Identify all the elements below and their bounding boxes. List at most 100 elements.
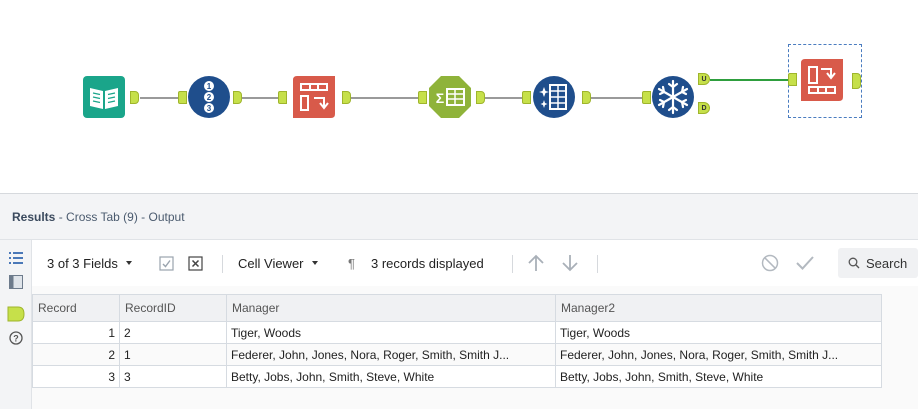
cell-manager2[interactable]: Federer, John, Jones, Nora, Roger, Smith…	[555, 343, 882, 366]
input-anchor[interactable]	[418, 91, 427, 104]
list-icon	[9, 252, 23, 264]
cell-viewer-dropdown[interactable]: Cell Viewer	[238, 240, 318, 286]
cross-tab-icon	[801, 59, 843, 101]
metadata-icon	[9, 275, 23, 289]
output-anchor[interactable]	[130, 91, 139, 104]
cell-record-id[interactable]: 1	[119, 343, 227, 366]
toolbar-separator	[512, 255, 513, 273]
duplicate-output-anchor[interactable]: D	[698, 102, 710, 114]
results-side-toolbar: ?	[0, 240, 32, 409]
unique-anchor-label: U	[701, 75, 707, 83]
deselect-all-fields-button[interactable]	[188, 240, 203, 286]
connection-3[interactable]	[351, 97, 418, 99]
clear-checkbox-icon	[188, 255, 203, 271]
connection-2[interactable]	[237, 97, 278, 99]
sparkle-table-icon	[533, 76, 575, 118]
workflow-canvas[interactable]: 1 2 3 Σ U D	[0, 0, 918, 193]
column-header-manager[interactable]: Manager	[226, 294, 556, 322]
block-icon	[761, 254, 779, 272]
arrow-up-icon	[528, 254, 544, 271]
table-row[interactable]: 3 3 Betty, Jobs, John, Smith, Steve, Whi…	[32, 365, 882, 388]
help-icon: ?	[9, 331, 23, 345]
arrow-down-icon	[562, 255, 578, 272]
fields-dropdown-label: 3 of 3 Fields	[47, 255, 118, 271]
cell-manager[interactable]: Tiger, Woods	[226, 321, 556, 344]
column-header-manager2[interactable]: Manager2	[555, 294, 882, 322]
cell-viewer-label: Cell Viewer	[238, 255, 304, 271]
unique-output-anchor[interactable]: U	[698, 73, 710, 85]
cell-manager[interactable]: Federer, John, Jones, Nora, Roger, Smith…	[226, 343, 556, 366]
input-data-tool[interactable]	[82, 75, 126, 119]
input-anchor[interactable]	[278, 91, 287, 104]
unique-tool[interactable]	[651, 75, 695, 119]
connection-unique[interactable]	[710, 79, 792, 81]
results-panel: Results - Cross Tab (9) - Output ? 3 of …	[0, 193, 918, 409]
duplicate-anchor-label: D	[701, 104, 707, 112]
search-label: Search	[866, 255, 908, 271]
connection-1[interactable]	[140, 97, 178, 99]
cross-tab-tool[interactable]	[800, 58, 844, 102]
results-toolbar: 3 of 3 Fields Cell Viewer ¶ 3 records di…	[32, 240, 918, 286]
cell-record[interactable]: 1	[32, 321, 120, 344]
check-icon	[796, 256, 814, 270]
cell-record[interactable]: 2	[32, 343, 120, 366]
transpose-icon	[293, 76, 335, 118]
data-view-button[interactable]	[6, 304, 26, 324]
column-header-record[interactable]: Record	[32, 294, 120, 322]
output-anchor[interactable]	[233, 91, 242, 104]
cell-record-id[interactable]: 3	[119, 365, 227, 388]
pilcrow-icon: ¶	[348, 255, 355, 271]
cell-record-id[interactable]: 2	[119, 321, 227, 344]
connection-4[interactable]	[485, 97, 522, 99]
show-whitespace-button[interactable]: ¶	[348, 240, 355, 286]
output-anchor[interactable]	[852, 73, 861, 89]
select-all-fields-button[interactable]	[159, 240, 174, 286]
records-displayed-label: 3 records displayed	[371, 255, 484, 271]
help-button[interactable]: ?	[6, 328, 26, 348]
results-header: Results - Cross Tab (9) - Output	[0, 194, 918, 240]
table-row[interactable]: 1 2 Tiger, Woods Tiger, Woods	[32, 321, 882, 344]
scroll-up-button[interactable]	[527, 240, 545, 286]
checkbox-icon	[159, 255, 174, 271]
connection-5[interactable]	[591, 97, 647, 99]
cell-record[interactable]: 3	[32, 365, 120, 388]
transpose-tool[interactable]	[292, 75, 336, 119]
input-anchor[interactable]	[178, 91, 187, 104]
search-icon	[848, 257, 860, 269]
output-anchor[interactable]	[582, 91, 591, 104]
summarize-tool[interactable]: Σ	[428, 75, 472, 119]
numbered-list-icon: 1 2 3	[188, 76, 230, 118]
sigma-table-icon: Σ	[429, 76, 471, 118]
svg-text:3: 3	[207, 104, 212, 113]
output-anchor[interactable]	[476, 91, 485, 104]
svg-text:2: 2	[207, 93, 212, 102]
chevron-down-icon	[311, 261, 318, 265]
fields-dropdown[interactable]: 3 of 3 Fields	[47, 240, 132, 286]
table-row[interactable]: 2 1 Federer, John, Jones, Nora, Roger, S…	[32, 343, 882, 366]
output-anchor[interactable]	[342, 91, 351, 104]
results-subtitle: - Cross Tab (9) - Output	[58, 210, 185, 224]
field-list-button[interactable]	[6, 248, 26, 268]
apply-edit-button[interactable]	[795, 240, 815, 286]
metadata-button[interactable]	[6, 272, 26, 292]
input-anchor[interactable]	[788, 73, 797, 86]
input-anchor[interactable]	[642, 91, 651, 104]
svg-text:1: 1	[207, 82, 212, 91]
multi-field-formula-tool[interactable]	[532, 75, 576, 119]
input-anchor[interactable]	[522, 91, 531, 104]
cell-manager[interactable]: Betty, Jobs, John, Smith, Steve, White	[226, 365, 556, 388]
results-grid: Record RecordID Manager Manager2 1 2 Tig…	[32, 294, 882, 388]
column-header-record-id[interactable]: RecordID	[119, 294, 227, 322]
results-title: Results	[12, 210, 56, 224]
svg-text:?: ?	[13, 334, 19, 344]
record-id-tool[interactable]: 1 2 3	[187, 75, 231, 119]
scroll-down-button[interactable]	[561, 240, 579, 286]
toolbar-separator	[222, 255, 223, 273]
cell-manager2[interactable]: Betty, Jobs, John, Smith, Steve, White	[555, 365, 882, 388]
chevron-down-icon	[125, 261, 132, 265]
cancel-edit-button[interactable]	[761, 240, 779, 286]
search-button[interactable]: Search	[838, 248, 918, 278]
svg-text:Σ: Σ	[436, 90, 444, 106]
cell-manager2[interactable]: Tiger, Woods	[555, 321, 882, 344]
book-icon	[83, 76, 125, 118]
